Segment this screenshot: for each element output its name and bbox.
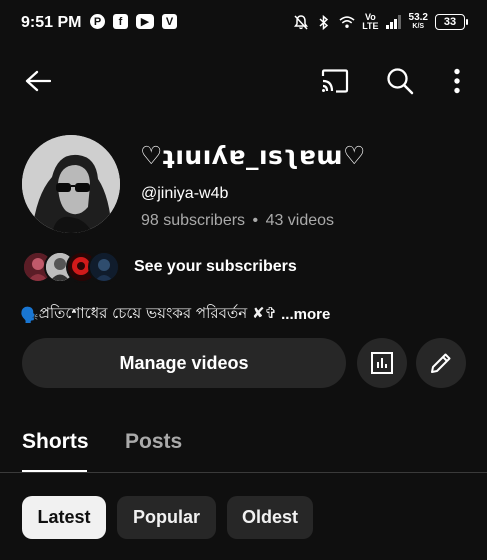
bio-emoji: 🗣️ — [20, 306, 39, 324]
bio-text: প্রতিশোধের চেয়ে ভয়ংকর পরিবর্তন ✘✞ — [38, 304, 278, 322]
bell-muted-icon — [293, 14, 309, 30]
tab-posts[interactable]: Posts — [125, 430, 182, 454]
status-app-icons: P f ▶ V — [90, 14, 177, 29]
status-system-icons: Vo LTE 53.2 K/S 33 — [293, 12, 468, 31]
analytics-button[interactable] — [357, 338, 407, 388]
status-time: 9:51 PM — [21, 14, 82, 31]
net-speed-unit: K/S — [412, 23, 425, 30]
subscriber-count: 98 subscribers — [141, 212, 246, 229]
manage-videos-button[interactable]: Manage videos — [22, 338, 346, 388]
see-subscribers-row[interactable]: See your subscribers — [22, 251, 297, 283]
channel-bio[interactable]: 🗣️ প্রতিশোধের চেয়ে ভয়ংকর পরিবর্তন ✘✞ .… — [20, 302, 330, 327]
channel-name: ♡ʇıuıʎɐ_ısʅɐɯ♡ — [140, 141, 366, 170]
manage-videos-label: Manage videos — [119, 352, 249, 373]
vpn-icon: V — [162, 14, 177, 29]
bio-more-link[interactable]: ...more — [281, 306, 330, 323]
wifi-icon — [339, 14, 355, 30]
pencil-icon — [431, 353, 451, 373]
edit-channel-button[interactable] — [416, 338, 466, 388]
tabs-divider — [0, 472, 487, 473]
youtube-icon: ▶ — [136, 14, 154, 29]
video-count: 43 videos — [265, 212, 335, 229]
network-type-label: Vo LTE — [362, 12, 379, 31]
subscriber-avatar — [88, 251, 120, 283]
chip-latest[interactable]: Latest — [22, 496, 106, 539]
search-icon[interactable] — [385, 66, 415, 96]
bluetooth-icon — [316, 14, 332, 30]
battery-indicator: 33 — [435, 14, 468, 30]
cast-icon[interactable] — [320, 66, 350, 96]
chip-popular[interactable]: Popular — [117, 496, 216, 539]
facebook-icon: f — [113, 14, 128, 29]
more-vertical-icon[interactable] — [442, 66, 472, 96]
channel-avatar[interactable] — [22, 135, 120, 233]
see-subscribers-label[interactable]: See your subscribers — [134, 258, 297, 276]
status-bar: 9:51 PM P f ▶ V Vo LTE 53.2 K/S 33 — [0, 0, 487, 48]
analytics-icon — [371, 352, 393, 374]
stats-separator: • — [252, 212, 259, 229]
pinterest-icon: P — [90, 14, 105, 29]
channel-stats: 98 subscribers • 43 videos — [141, 212, 334, 230]
chip-oldest[interactable]: Oldest — [227, 496, 313, 539]
net-speed: 53.2 K/S — [409, 13, 428, 31]
channel-handle: @jiniya-w4b — [141, 185, 229, 202]
back-arrow-icon[interactable] — [23, 66, 53, 96]
tab-shorts[interactable]: Shorts — [22, 430, 89, 454]
net-speed-value: 53.2 — [408, 12, 428, 23]
signal-icon — [385, 14, 402, 30]
